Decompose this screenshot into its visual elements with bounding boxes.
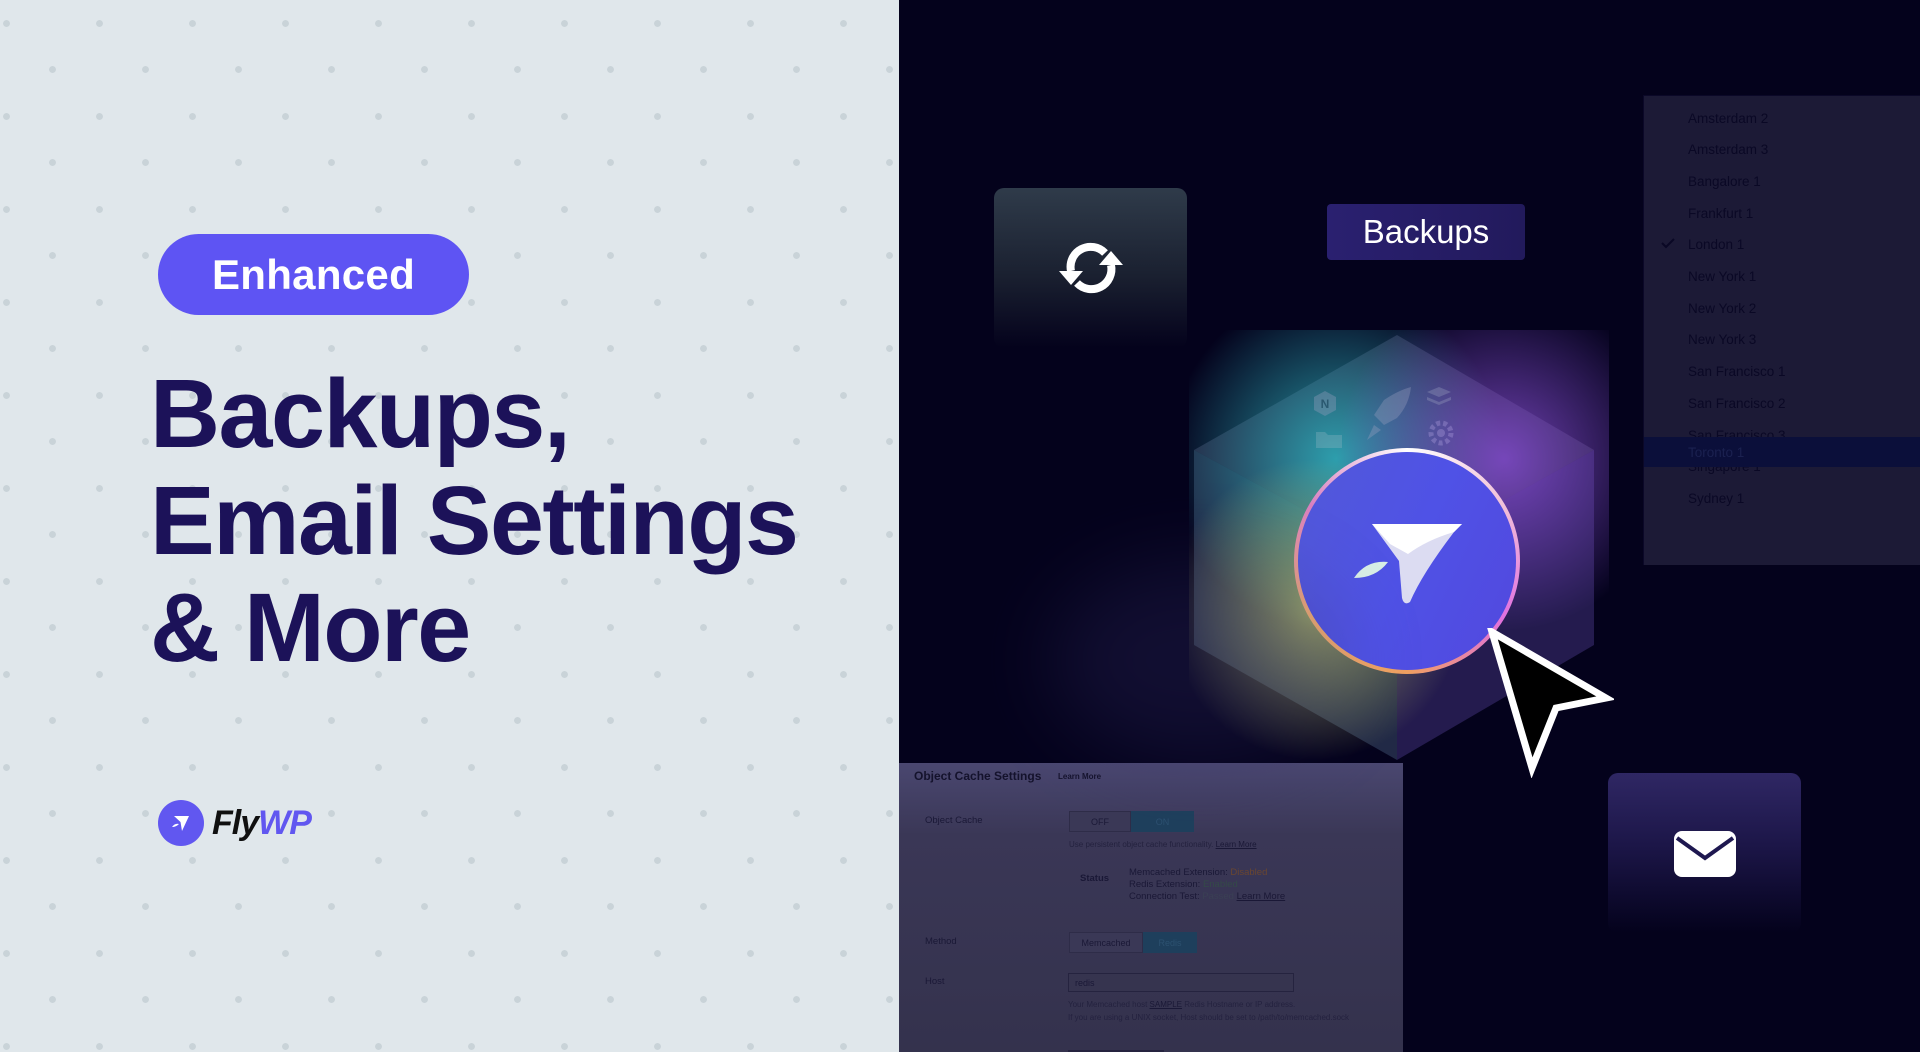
dropdown-item[interactable]: New York 1 (1644, 262, 1920, 292)
dropdown-item-label: Sydney 1 (1688, 490, 1745, 506)
method-label: Method (925, 936, 957, 947)
connection-status: Passed (1202, 891, 1234, 902)
headline: Backups, Email Settings & More (150, 359, 799, 682)
mouse-cursor-icon (1487, 628, 1614, 778)
status-label: Status (1080, 873, 1110, 884)
dropdown-item[interactable]: San Francisco 1 (1644, 357, 1920, 387)
dropdown-item[interactable]: San Francisco 2 (1644, 388, 1920, 418)
object-cache-toggle[interactable]: OFF ON (1069, 811, 1194, 832)
dropdown-item-label: Toronto 1 (1688, 444, 1745, 460)
envelope-icon (1673, 831, 1736, 877)
logo-text: FlyWP (212, 803, 312, 842)
learn-more-link[interactable]: Learn More (1058, 772, 1101, 781)
host-label: Host (925, 976, 945, 987)
host-input[interactable]: redis (1068, 973, 1294, 992)
dropdown-item-label: San Francisco 1 (1688, 364, 1786, 380)
dropdown-item[interactable]: New York 2 (1644, 293, 1920, 323)
sync-icon (1058, 242, 1123, 294)
dropdown-item-label: Frankfurt 1 (1688, 205, 1754, 221)
flywp-logo: FlyWP (158, 800, 312, 846)
dropdown-item-label: Amsterdam 2 (1688, 110, 1769, 126)
dropdown-item[interactable]: Amsterdam 3 (1644, 135, 1920, 165)
svg-text:N: N (1321, 397, 1330, 411)
dropdown-item-label: Bangalore 1 (1688, 173, 1761, 189)
toggle-on[interactable]: ON (1131, 811, 1194, 832)
dropdown-item-label: New York 1 (1688, 269, 1757, 284)
dropdown-item[interactable]: Sydney 1 (1644, 483, 1920, 513)
region-dropdown[interactable]: Amsterdam 2 Amsterdam 3 Bangalore 1 Frankfu… (1643, 95, 1920, 565)
paper-plane-icon (158, 800, 204, 846)
right-panel: Backups N Amsterdam 2 Amsterdam 3 Bangal… (899, 0, 1920, 1052)
host-help-1: Your Memcached host SAMPLE Redis Hostnam… (1068, 1000, 1296, 1009)
memcached-status: Disabled (1230, 867, 1268, 878)
ambient-glow (1049, 560, 1349, 760)
mail-card (1608, 773, 1801, 933)
flywp-plane-icon (1354, 524, 1462, 604)
settings-title: Object Cache Settings (914, 769, 1042, 783)
status-lines: Memcached Extension: Disabled Redis Exte… (1129, 867, 1286, 902)
enhanced-badge: Enhanced (158, 234, 469, 315)
dropdown-item-label: New York 2 (1688, 300, 1757, 316)
sync-card (994, 188, 1187, 348)
method-memcached[interactable]: Memcached (1069, 932, 1143, 953)
dropdown-item-label: New York 3 (1688, 332, 1757, 348)
dropdown-item[interactable]: Amsterdam 2 (1644, 103, 1920, 133)
headline-line-1: Backups, (150, 359, 571, 468)
object-cache-help: Use persistent object cache functionalit… (1069, 840, 1257, 849)
redis-status: Enabled (1202, 879, 1238, 890)
method-redis[interactable]: Redis (1143, 932, 1197, 953)
backups-chip: Backups (1327, 204, 1525, 260)
dropdown-item[interactable]: London 1 (1644, 230, 1920, 260)
toggle-off[interactable]: OFF (1069, 811, 1131, 832)
object-cache-settings-panel: Object Cache Settings Learn More Object … (899, 763, 1403, 1052)
object-cache-label: Object Cache (925, 815, 983, 826)
object-cache-learn-more[interactable]: Learn More (1216, 840, 1257, 849)
dropdown-item[interactable]: Toronto 1 (1644, 437, 1920, 467)
dropdown-item-label: San Francisco 2 (1688, 395, 1786, 411)
host-help-2: If you are using a UNIX socket, Host sho… (1068, 1013, 1350, 1022)
dropdown-item[interactable]: New York 3 (1644, 325, 1920, 355)
left-panel: Enhanced Backups, Email Settings & More … (0, 0, 899, 1052)
method-selector[interactable]: Memcached Redis (1069, 932, 1197, 953)
dropdown-item[interactable]: Frankfurt 1 (1644, 198, 1920, 228)
headline-line-3: & More (150, 573, 471, 682)
check-icon (1660, 236, 1676, 253)
dropdown-item[interactable]: Bangalore 1 (1644, 166, 1920, 196)
dropdown-item-label: London 1 (1688, 237, 1745, 253)
headline-line-2: Email Settings (150, 466, 799, 575)
connection-learn-more[interactable]: Learn More (1237, 891, 1286, 902)
dropdown-item-label: Amsterdam 3 (1688, 142, 1769, 158)
